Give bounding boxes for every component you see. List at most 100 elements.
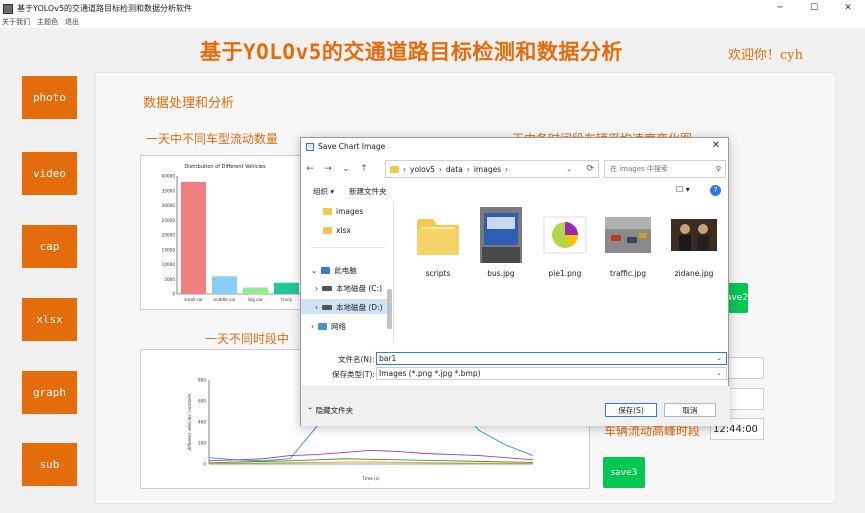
y-tick-label: 40000 [162, 174, 176, 179]
y-tick-label: 25000 [162, 218, 176, 223]
minimize-button[interactable]: ─ [763, 0, 797, 17]
filetype-row: 保存类型(T): Images (*.png *.jpg *.bmp) ⌄ [301, 367, 730, 381]
computer-icon [321, 267, 331, 274]
graph-button[interactable]: graph [22, 371, 77, 414]
bar [181, 181, 206, 294]
y-tick-label: 5000 [164, 277, 175, 282]
chevron-down-icon[interactable]: ⌄ [716, 353, 722, 364]
folder-icon [323, 208, 332, 215]
nav-item-drive-c[interactable]: › 本地磁盘 (C:) [315, 283, 382, 294]
breadcrumb-yolov5[interactable]: yolov5 [410, 165, 435, 174]
save-chart-dialog: Save Chart Image ✕ ← → ⌄ ↑ › yolov5 › da… [300, 137, 730, 426]
bus-image-thumbnail [480, 207, 522, 263]
page-title: 基于YOLOv5的交通道路目标检测和数据分析 [200, 40, 623, 64]
file-item-pie1[interactable]: pie1.png [534, 207, 596, 278]
vehicle-count-label: 一天中不同车型流动数量 [146, 132, 279, 146]
file-list: scripts bus.jpg pie1.png traffic.jpg zid… [395, 201, 730, 343]
search-icon: ⚲ [715, 165, 721, 173]
file-item-scripts[interactable]: scripts [407, 207, 469, 278]
y-tick-label: 400 [198, 420, 206, 425]
address-dropdown-icon[interactable]: ⌄ [566, 165, 572, 173]
filename-row: 文件名(N): bar1 ⌄ [301, 352, 730, 366]
series-line [208, 461, 534, 464]
nav-item-this-pc[interactable]: ⌄ 此电脑 [311, 265, 357, 276]
window-controls: ─ ☐ ✕ [763, 0, 865, 17]
up-arrow-icon[interactable]: ↑ [355, 164, 373, 174]
search-input[interactable]: 在 images 中搜索 ⚲ [604, 160, 726, 178]
window-title: 基于YOLOv5的交通道路目标检测和数据分析软件 [17, 4, 193, 13]
drive-icon [322, 286, 332, 291]
maximize-button[interactable]: ☐ [797, 0, 831, 17]
y-tick-label: 0 [203, 462, 206, 467]
chart-title: Distribution of Different Vehicles [184, 164, 266, 170]
time-period-label: 一天不同时段中 [205, 332, 290, 346]
traffic-image-thumbnail [605, 217, 651, 253]
folder-icon [323, 227, 332, 234]
menu-exit[interactable]: 退出 [65, 17, 79, 28]
y-tick-label: 35000 [162, 188, 176, 193]
nav-item-images[interactable]: images [323, 207, 363, 216]
cap-button[interactable]: cap [22, 225, 77, 268]
x-tick-label: truck [281, 297, 292, 302]
sub-button[interactable]: sub [22, 443, 77, 486]
breadcrumb-images[interactable]: images [474, 165, 501, 174]
drive-icon [322, 305, 332, 310]
save3-button[interactable]: save3 [603, 457, 645, 488]
hide-folders-toggle[interactable]: ⌃ 隐藏文件夹 [307, 405, 353, 416]
recent-dropdown-icon[interactable]: ⌄ [337, 164, 355, 174]
nav-scrollbar[interactable] [387, 289, 392, 329]
help-icon[interactable]: ? [710, 185, 721, 196]
y-tick-label: 200 [198, 441, 206, 446]
file-item-traffic[interactable]: traffic.jpg [597, 207, 659, 278]
menu-about[interactable]: 关于我们 [2, 17, 30, 28]
x-axis-label: Time (s) [361, 476, 379, 481]
bar [243, 287, 268, 294]
dialog-nav-row: ← → ⌄ ↑ › yolov5 › data › images › ⌄ ⟳ 在… [301, 158, 730, 180]
file-item-zidane[interactable]: zidane.jpg [663, 207, 725, 278]
organize-menu[interactable]: 组织 ▾ [313, 186, 334, 197]
bar [212, 276, 237, 294]
dialog-close-button[interactable]: ✕ [712, 140, 720, 151]
y-tick-label: 10000 [162, 262, 176, 267]
photo-button[interactable]: photo [22, 76, 77, 119]
nav-item-drive-d[interactable]: › 本地磁盘 (D:) [315, 302, 383, 313]
folder-icon [417, 219, 459, 255]
view-options-icon[interactable]: ☐ ▾ [676, 185, 690, 194]
save-button[interactable]: 保存(S) [605, 403, 657, 417]
refresh-icon[interactable]: ⟳ [586, 164, 594, 174]
pie-chart-thumbnail [543, 216, 587, 254]
filename-input[interactable]: bar1 ⌄ [376, 352, 727, 365]
file-item-bus[interactable]: bus.jpg [470, 207, 532, 278]
navigation-pane: images xlsx ⌄ 此电脑 › 本地磁盘 (C:) › 本地磁盘 (D:… [301, 201, 394, 343]
nav-item-xlsx[interactable]: xlsx [323, 226, 351, 235]
y-tick-label: 30000 [162, 203, 176, 208]
y-tick-label: 15000 [162, 247, 176, 252]
nav-item-network[interactable]: › 网络 [311, 321, 346, 332]
window-titlebar: 基于YOLOv5的交通道路目标检测和数据分析软件 ─ ☐ ✕ [0, 0, 865, 17]
video-button[interactable]: video [22, 152, 77, 195]
welcome-text: 欢迎你！cyh [728, 48, 803, 63]
chevron-down-icon[interactable]: ⌄ [716, 368, 722, 379]
x-tick-label: big car [248, 297, 263, 302]
y-tick-label: 800 [198, 378, 206, 383]
breadcrumb-data[interactable]: data [446, 165, 463, 174]
back-arrow-icon[interactable]: ← [301, 164, 319, 174]
bar-chart-panel: Distribution of Different Vehicles 0 5000 1… [140, 155, 310, 310]
folder-icon [390, 165, 399, 173]
menubar: 关于我们 主题色 退出 [0, 17, 865, 28]
dialog-footer: ⌃ 隐藏文件夹 保存(S) 取消 [301, 386, 730, 426]
x-tick-label: middle car [213, 297, 235, 302]
new-folder-button[interactable]: 新建文件夹 [349, 186, 387, 197]
y-tick-label: 0 [172, 292, 175, 297]
address-bar[interactable]: › yolov5 › data › images › ⌄ ⟳ [385, 160, 599, 178]
cancel-button[interactable]: 取消 [664, 403, 716, 417]
zidane-image-thumbnail [671, 219, 717, 251]
forward-arrow-icon[interactable]: → [319, 164, 337, 174]
close-window-button[interactable]: ✕ [831, 0, 865, 17]
filetype-select[interactable]: Images (*.png *.jpg *.bmp) ⌄ [376, 367, 727, 380]
xlsx-button[interactable]: xlsx [22, 298, 77, 341]
menu-theme[interactable]: 主题色 [37, 17, 58, 28]
dialog-titlebar: Save Chart Image [301, 138, 728, 155]
section-title: 数据处理和分析 [143, 96, 235, 111]
y-tick-label: 20000 [162, 233, 176, 238]
